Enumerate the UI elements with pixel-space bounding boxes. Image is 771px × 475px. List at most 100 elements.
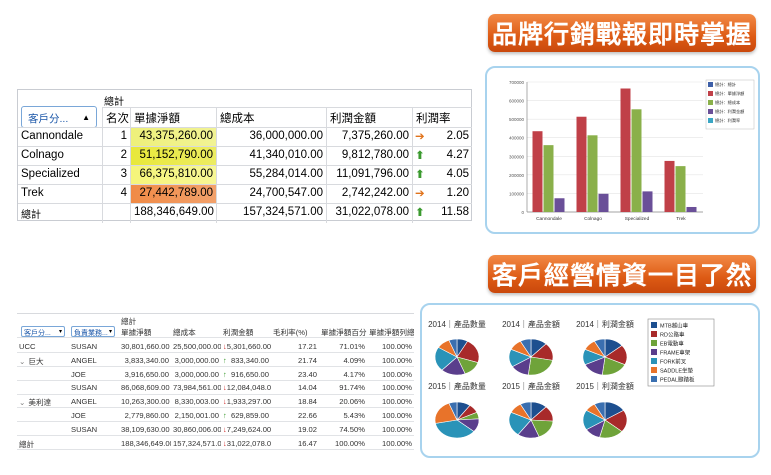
customer-group <box>17 423 69 436</box>
customer-group <box>17 409 69 422</box>
y-tick-label: 700000 <box>509 80 525 85</box>
legend-swatch <box>708 118 713 123</box>
total-row: 總計 188,346,649.00 157,324,571.00 31,022,078… <box>18 203 472 223</box>
column-header[interactable]: 毛利率(%) <box>271 325 319 338</box>
net-amount-cell: 51,152,790.00 <box>130 147 216 166</box>
column-header[interactable]: 單據淨額 <box>119 325 171 338</box>
trend-right-icon: ➔ <box>412 128 428 147</box>
legend-label: SADDLE坐墊 <box>660 367 694 375</box>
profit-cell: 7,375,260.00 <box>326 128 412 147</box>
net-percent-cell: 91.74% <box>339 383 365 393</box>
profit-cell: ↓ 12,084,048.00 <box>221 381 271 394</box>
bar <box>576 116 587 212</box>
margin-cell: 21.74 <box>297 355 317 365</box>
row-percent-cell: 100.00% <box>382 438 412 448</box>
margin-cell: 22.66 <box>297 411 317 420</box>
legend-label: RD公路車 <box>660 331 685 339</box>
net-amount-cell: 188,346,649.00 <box>121 438 171 448</box>
group-label: 美利達 <box>28 398 52 408</box>
headline-banner-customer-insight: 客戶經營情資一目了然 <box>488 255 756 293</box>
x-tick-label: Specialized <box>625 216 650 222</box>
trend-right-icon: ➔ <box>412 185 428 204</box>
legend-label: 總計：總成本 <box>715 99 741 106</box>
customer-group[interactable]: ⌄ 美利達 <box>17 395 69 408</box>
brand-name[interactable]: Trek <box>18 185 102 204</box>
bar <box>675 166 686 212</box>
y-tick-label: 100000 <box>509 191 525 196</box>
sales-rep-cell <box>69 437 119 450</box>
total-cost-cell: 55,284,014.00 <box>216 166 326 185</box>
brand-name[interactable]: Specialized <box>18 166 102 185</box>
column-header[interactable]: 利潤金額 <box>326 108 412 127</box>
net-amount-cell: 3,916,650.00 <box>124 369 169 379</box>
legend-label: FORK前叉 <box>660 358 687 366</box>
expand-chevron-icon[interactable]: ⌄ <box>19 398 25 407</box>
column-header[interactable]: 單據淨額 <box>130 108 216 127</box>
y-tick-label: 600000 <box>509 99 525 104</box>
total-cost-cell: 157,324,571.00 <box>216 204 326 223</box>
net-amount-cell: 2,779,860.00 <box>124 411 169 420</box>
net-amount-cell: 38,109,630.00 <box>121 424 170 434</box>
column-header[interactable]: 單據淨額百分比 <box>319 325 367 338</box>
total-label[interactable]: 總計 <box>17 437 69 450</box>
expand-chevron-icon[interactable]: ⌄ <box>19 357 25 366</box>
net-amount-cell: 188,346,649.00 <box>130 204 216 223</box>
bar <box>532 131 543 212</box>
profit-value: 31,022,078.00 <box>226 438 271 448</box>
bar <box>631 109 642 212</box>
customer-group[interactable]: UCC <box>17 340 69 353</box>
legend-swatch <box>708 109 713 114</box>
margin-cell: 16.47 <box>297 438 317 448</box>
sales-rep-cell: ANGEL <box>71 355 97 365</box>
legend-swatch <box>651 358 657 364</box>
row-percent-cell: 100.00% <box>382 355 412 365</box>
legend-label: 總計：利潤金額 <box>715 108 745 115</box>
total-cost-cell: 3,000,000.00 <box>174 355 219 365</box>
rank-cell: 4 <box>102 185 130 204</box>
profit-cell: 31,022,078.00 <box>326 204 412 223</box>
y-tick-label: 500000 <box>509 117 525 122</box>
column-header[interactable]: 總成本 <box>216 108 326 127</box>
bar <box>642 191 653 212</box>
total-label[interactable]: 總計 <box>18 204 102 223</box>
legend-label: 總計：總計 <box>715 81 736 88</box>
column-header[interactable]: 總成本 <box>171 325 221 338</box>
customer-group[interactable]: ⌄ 巨大 <box>17 354 69 367</box>
net-percent-cell: 71.01% <box>339 342 365 351</box>
pie-title: 2015｜產品數量 <box>428 381 486 391</box>
row-percent-cell: 100.00% <box>382 424 412 434</box>
table-row: SUSAN 38,109,630.00 30,860,006.00 ↓ 7,249,62… <box>17 423 414 436</box>
customer-filter-dropdown[interactable]: 客戶分... ▾ <box>21 326 65 337</box>
pie-title: 2015｜產品金額 <box>502 381 560 391</box>
brand-name[interactable]: Colnago <box>18 147 102 166</box>
y-tick-label: 400000 <box>509 136 525 141</box>
y-tick-label: 0 <box>521 210 524 215</box>
column-header[interactable]: 名次 <box>102 108 130 127</box>
total-header: 總計 <box>102 90 472 108</box>
legend-swatch <box>651 349 657 355</box>
legend-swatch <box>708 100 713 105</box>
sales-rep-filter-dropdown[interactable]: 負責業務... ▾ <box>71 326 115 337</box>
brand-name[interactable]: Cannondale <box>18 128 102 147</box>
filter-label: 負責業務... <box>74 330 108 337</box>
column-header[interactable]: 利潤率 <box>412 108 472 127</box>
net-percent-cell: 74.50% <box>339 424 365 434</box>
bar <box>686 206 697 212</box>
pie-charts: 2014｜產品數量 2014｜產品金額 2014｜利潤金額 2015｜產品數量 2015… <box>428 318 715 439</box>
row-percent-cell: 100.00% <box>382 397 412 407</box>
net-amount-cell: 66,375,810.00 <box>130 166 216 185</box>
y-tick-label: 300000 <box>509 154 525 159</box>
legend-label: MTB越山車 <box>660 322 689 330</box>
profit-value: 1,933,297.00 <box>226 397 271 407</box>
profit-cell: ↓ 5,301,660.00 <box>221 340 271 353</box>
row-percent-cell: 100.00% <box>382 383 412 393</box>
net-percent-cell: 4.09% <box>343 355 365 365</box>
group-label: 巨大 <box>28 356 44 366</box>
x-tick-label: Trek <box>676 216 686 222</box>
group-label: 總計 <box>19 439 35 449</box>
column-header[interactable]: 利潤金額 <box>221 325 271 338</box>
rank-cell: 1 <box>102 128 130 147</box>
dropdown-arrow-icon: ▾ <box>108 329 112 335</box>
column-header[interactable]: 單據淨額列總... <box>367 325 414 338</box>
profit-value: 833,340.00 <box>230 355 269 365</box>
